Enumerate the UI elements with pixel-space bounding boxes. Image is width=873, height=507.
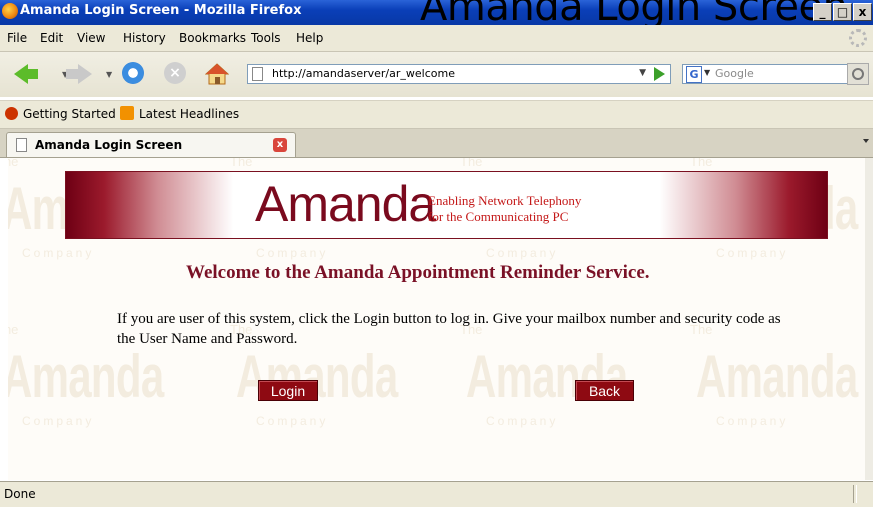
stop-icon[interactable]: × xyxy=(164,62,186,84)
forward-history-dropdown[interactable]: ▼ xyxy=(106,70,112,79)
bookmark-icon xyxy=(5,107,18,120)
menu-file[interactable]: File xyxy=(7,31,27,45)
menu-bar: File Edit View History Bookmarks Tools H… xyxy=(0,25,873,52)
menu-history[interactable]: History xyxy=(123,31,166,45)
amanda-banner: Amanda Enabling Network Telephony for th… xyxy=(65,171,828,239)
menu-edit[interactable]: Edit xyxy=(40,31,63,45)
menu-tools[interactable]: Tools xyxy=(251,31,281,45)
page-icon xyxy=(252,67,263,81)
watermark-company: Company xyxy=(716,414,789,428)
reload-icon[interactable] xyxy=(122,62,144,84)
search-input[interactable]: Google xyxy=(715,67,754,80)
maximize-button[interactable]: □ xyxy=(833,3,852,21)
watermark-the: The xyxy=(8,322,19,337)
home-icon[interactable] xyxy=(204,62,230,86)
bookmark-getting-started[interactable]: Getting Started xyxy=(23,107,116,121)
watermark-amanda: Amanda xyxy=(696,343,858,410)
watermark-the: The xyxy=(690,158,713,169)
watermark-company: Company xyxy=(716,246,789,260)
welcome-heading: Welcome to the Amanda Appointment Remind… xyxy=(186,262,650,283)
tab-list-dropdown[interactable] xyxy=(863,139,869,143)
banner-tagline-line2: for the Communicating PC xyxy=(428,209,569,224)
go-icon[interactable] xyxy=(654,67,665,81)
watermark-the: The xyxy=(8,158,19,169)
page-icon xyxy=(16,138,27,152)
watermark-company: Company xyxy=(256,246,329,260)
watermark-company: Company xyxy=(22,246,95,260)
google-icon[interactable]: G xyxy=(686,66,702,83)
tab-label: Amanda Login Screen xyxy=(35,138,183,152)
menu-help[interactable]: Help xyxy=(296,31,323,45)
watermark-company: Company xyxy=(22,414,95,428)
intro-text: If you are user of this system, click th… xyxy=(117,311,781,347)
url-text[interactable]: http://amandaserver/ar_welcome xyxy=(272,67,455,80)
close-tab-icon[interactable]: x xyxy=(273,138,287,152)
status-text: Done xyxy=(4,487,36,501)
url-bar[interactable]: http://amandaserver/ar_welcome ▼ xyxy=(247,64,671,84)
menu-view[interactable]: View xyxy=(77,31,105,45)
banner-title: Amanda xyxy=(255,176,436,232)
search-box[interactable]: G ▼ Google xyxy=(682,63,869,85)
navigation-toolbar: ▼ ▼ × http://amandaserver/ar_welcome ▼ G… xyxy=(0,52,873,97)
forward-icon[interactable] xyxy=(66,64,92,84)
banner-tagline-line1: Enabling Network Telephony xyxy=(428,193,582,208)
vertical-scrollbar[interactable] xyxy=(865,158,873,480)
tab-strip: Amanda Login Screen x xyxy=(0,129,873,158)
watermark-company: Company xyxy=(256,414,329,428)
search-engine-dropdown[interactable]: ▼ xyxy=(704,68,710,77)
minimize-button[interactable]: _ xyxy=(813,3,832,21)
rss-icon xyxy=(120,106,134,120)
title-bar: Amanda Login Screen - Mozilla Firefox Am… xyxy=(0,0,873,30)
search-icon[interactable] xyxy=(847,63,869,85)
status-bar: Done xyxy=(0,481,873,507)
back-button[interactable]: Back xyxy=(575,380,634,401)
bookmark-latest-headlines[interactable]: Latest Headlines xyxy=(139,107,239,121)
watermark-company: Company xyxy=(486,414,559,428)
status-resize-grip[interactable] xyxy=(853,485,857,503)
login-button[interactable]: Login xyxy=(258,380,318,401)
url-dropdown[interactable]: ▼ xyxy=(639,68,646,78)
back-icon[interactable] xyxy=(14,64,38,84)
window-controls: _ □ x xyxy=(813,3,872,21)
tab-amanda-login[interactable]: Amanda Login Screen x xyxy=(6,132,296,157)
firefox-icon xyxy=(2,3,18,19)
page-content: TheAmandaCompanyTheAmandaCompanyTheAmand… xyxy=(8,158,873,480)
watermark-company: Company xyxy=(486,246,559,260)
watermark-amanda: Amanda xyxy=(8,343,164,410)
bookmarks-toolbar: Getting Started Latest Headlines xyxy=(0,100,873,129)
watermark-the: The xyxy=(460,158,483,169)
menu-bookmarks[interactable]: Bookmarks xyxy=(179,31,246,45)
close-window-button[interactable]: x xyxy=(853,3,872,21)
window-title: Amanda Login Screen - Mozilla Firefox xyxy=(20,3,302,18)
throbber-icon xyxy=(849,29,867,47)
watermark-the: The xyxy=(230,158,253,169)
